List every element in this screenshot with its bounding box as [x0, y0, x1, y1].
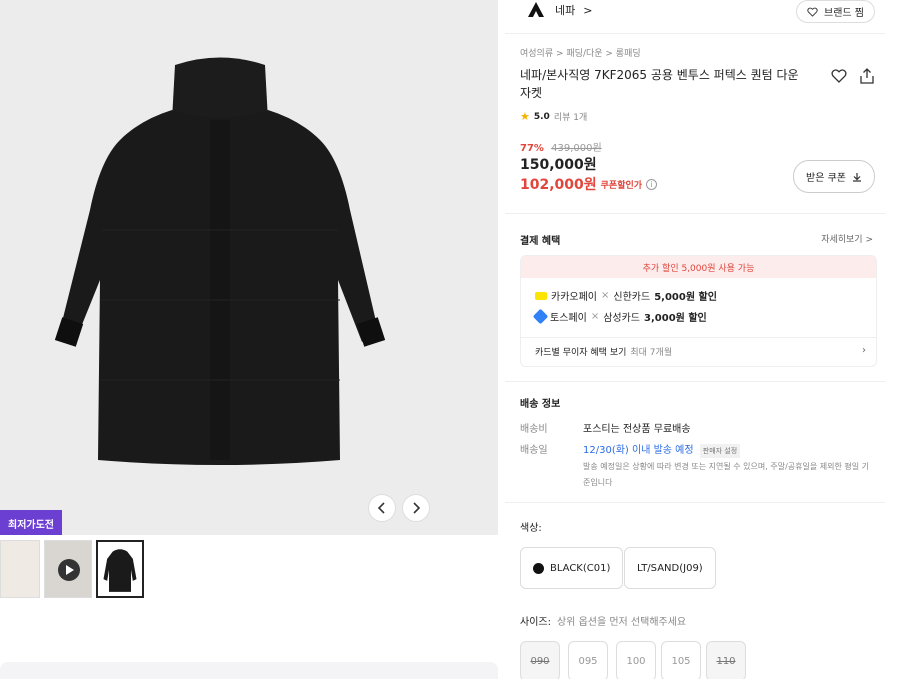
title-actions	[831, 68, 875, 84]
coupon-price-label: 쿠폰할인가	[600, 180, 643, 191]
brand-logo-icon	[528, 2, 544, 17]
play-icon	[58, 559, 80, 581]
installment-sub: 최대 7개월	[630, 348, 673, 358]
lowest-price-badge: 최저가도전	[0, 510, 62, 535]
extra-discount-banner: 추가 할인 5,000원 사용 가능	[521, 256, 876, 278]
shipping-fee-value: 포스티는 전상품 무료배송	[583, 424, 691, 435]
divider	[505, 33, 885, 34]
thumbnail-1[interactable]	[0, 540, 40, 598]
size-hint: 상위 옵션을 먼저 선택해주세요	[556, 617, 687, 628]
benefit-card: 삼성카드	[603, 313, 641, 324]
size-label: 사이즈:	[520, 617, 551, 628]
shipping-date-value: 12/30(화) 이내 발송 예정	[583, 445, 694, 456]
shipping-fee-label: 배송비	[520, 424, 548, 435]
rating-score: 5.0	[533, 111, 550, 122]
size-option[interactable]: 100	[616, 641, 656, 679]
size-option[interactable]: 105	[661, 641, 701, 679]
installment-link[interactable]: 카드별 무이자 혜택 보기 최대 7개월	[535, 345, 672, 358]
info-icon[interactable]: i	[646, 178, 658, 190]
product-info-panel: 네파 > 브랜드 찜 여성의류 > 패딩/다운 > 롱패딩 네파/본사직영 7K…	[505, 0, 885, 679]
benefit-card: 신한카드	[613, 292, 651, 303]
coupon-button-label: 받은 쿠폰	[806, 173, 846, 184]
coupon-price-row: 102,000원 쿠폰할인가 i	[520, 174, 658, 194]
benefit-pay: 토스페이	[550, 313, 587, 324]
thumbnail-coat-image	[103, 549, 137, 592]
payment-benefit-title: 결제 혜택	[520, 236, 561, 247]
brand-like-button[interactable]: 브랜드 찜	[796, 0, 875, 23]
rating[interactable]: ★ 5.0 리뷰 1개	[520, 110, 587, 123]
divider	[505, 381, 885, 382]
benefit-toss: 토스페이 × 삼성카드 3,000원 할인	[532, 308, 707, 325]
payment-benefit-box: 추가 할인 5,000원 사용 가능 카카오페이 × 신한카드 5,000원 할…	[520, 255, 877, 367]
color-option-sand[interactable]: LT/SAND(J09)	[624, 547, 716, 589]
color-option-label: LT/SAND(J09)	[637, 562, 703, 574]
product-image	[54, 57, 386, 465]
benefit-kakao: 카카오페이 × 신한카드 5,000원 할인	[535, 288, 717, 303]
installment-label: 카드별 무이자 혜택 보기	[535, 348, 627, 358]
thumbnail-strip	[0, 540, 144, 600]
coupon-price: 102,000원	[520, 177, 597, 193]
prev-image-button[interactable]	[368, 494, 396, 522]
size-label-row: 사이즈: 상위 옵션을 먼저 선택해주세요	[520, 613, 686, 628]
color-label: 색상:	[520, 523, 542, 534]
coupon-button[interactable]: 받은 쿠폰	[793, 160, 875, 193]
chevron-left-icon	[377, 502, 385, 514]
bottom-card	[0, 662, 498, 679]
shipping-date-label: 배송일	[520, 445, 548, 456]
star-icon: ★	[520, 110, 530, 123]
heart-icon	[807, 7, 818, 17]
share-icon[interactable]	[859, 68, 875, 84]
size-option[interactable]: 110	[706, 641, 746, 679]
brand-like-label: 브랜드 찜	[824, 8, 864, 19]
kakaopay-icon	[535, 291, 547, 300]
shipping-note: 발송 예정일은 상황에 따라 변경 또는 지연될 수 있으며, 주말/공휴일을 …	[583, 462, 869, 487]
benefit-amount: 3,000원 할인	[644, 313, 707, 324]
discount-row: 77% 439,000원	[520, 139, 602, 154]
color-swatch	[533, 562, 544, 574]
seller-tag: 판매자 설정	[699, 444, 741, 458]
color-option-label: BLACK(C01)	[550, 562, 611, 574]
benefit-separator: ×	[590, 311, 600, 322]
heart-icon[interactable]	[831, 68, 847, 84]
brand-link[interactable]: 네파 >	[525, 0, 592, 20]
divider	[505, 213, 885, 214]
review-count: 리뷰 1개	[553, 113, 588, 123]
sale-price: 150,000원	[520, 157, 597, 173]
thumbnail-3[interactable]	[96, 540, 144, 598]
shipping-title: 배송 정보	[520, 399, 561, 410]
benefit-pay: 카카오페이	[551, 292, 597, 303]
breadcrumb[interactable]: 여성의류 > 패딩/다운 > 롱패딩	[520, 46, 641, 59]
benefit-separator: ×	[601, 290, 610, 301]
product-title: 네파/본사직영 7KF2065 공용 벤투스 퍼텍스 퀀텀 다운 자켓	[520, 68, 799, 100]
chevron-right-icon[interactable]: ›	[862, 345, 866, 356]
original-price: 439,000원	[551, 143, 602, 154]
shipping-date-row: 12/30(화) 이내 발송 예정 판매자 설정	[583, 441, 741, 458]
chevron-right-icon	[413, 502, 421, 514]
benefit-amount: 5,000원 할인	[654, 292, 717, 303]
brand-name: 네파	[555, 4, 576, 17]
divider	[505, 502, 885, 503]
tosspay-icon	[532, 308, 549, 325]
product-gallery: 최저가도전	[0, 0, 498, 535]
size-option[interactable]: 095	[568, 641, 608, 679]
thumbnail-2-video[interactable]	[44, 540, 92, 598]
discount-rate: 77%	[520, 143, 544, 154]
divider	[521, 337, 876, 338]
download-icon	[853, 172, 861, 182]
next-image-button[interactable]	[402, 494, 430, 522]
color-option-black[interactable]: BLACK(C01)	[520, 547, 624, 589]
brand-arrow-icon: >	[583, 3, 593, 17]
size-option[interactable]: 090	[520, 641, 560, 679]
payment-detail-link[interactable]: 자세히보기 >	[821, 232, 873, 245]
